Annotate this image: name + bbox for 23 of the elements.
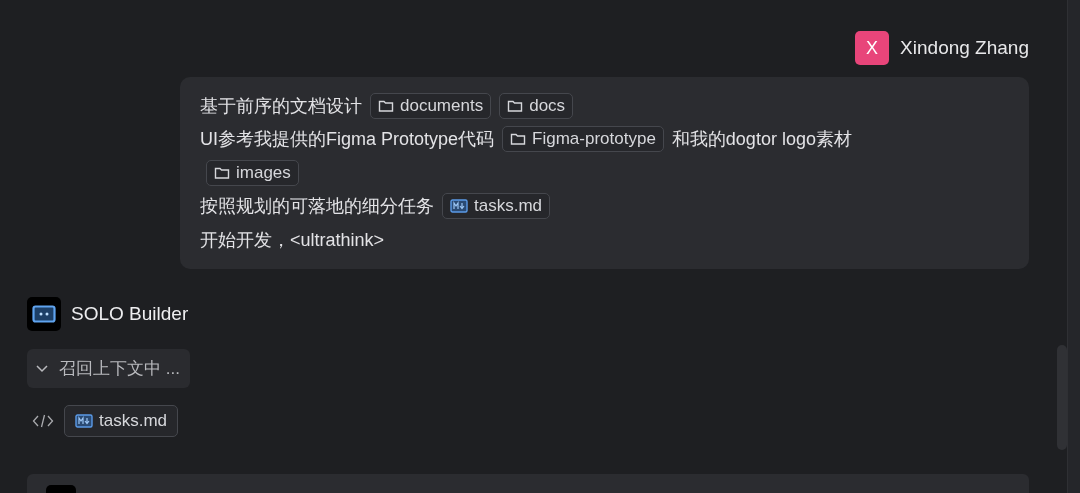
- context-toggle[interactable]: 召回上下文中 ...: [27, 348, 190, 388]
- folder-chip[interactable]: documents: [370, 92, 492, 119]
- code-icon: [32, 412, 54, 429]
- file-chip[interactable]: tasks.md: [442, 193, 551, 220]
- folder-icon: [507, 98, 524, 113]
- folder-icon: [378, 98, 394, 113]
- message-text: 和我的dogtor logo素材: [671, 128, 852, 152]
- folder-chip[interactable]: docs: [499, 92, 574, 119]
- message-text: 开始开发，<ultrathink>: [200, 228, 385, 252]
- folder-icon: [214, 165, 230, 180]
- agent-icon: [27, 296, 61, 331]
- folder-icon: [510, 132, 527, 147]
- user-avatar: X: [855, 31, 890, 65]
- message-text: 按照规划的可落地的细分任务: [200, 195, 434, 219]
- file-chip[interactable]: tasks.md: [64, 404, 179, 437]
- user-name: Xindong Zhang: [900, 37, 1029, 59]
- markdown-icon: [75, 413, 93, 428]
- folder-chip[interactable]: Figma-prototype: [502, 126, 664, 153]
- markdown-icon: [450, 199, 468, 214]
- agent-name: SOLO Builder: [71, 302, 189, 325]
- message-text: UI参考我提供的Figma Prototype代码: [200, 128, 495, 152]
- message-text: 基于前序的文档设计: [200, 94, 362, 118]
- folder-chip[interactable]: images: [206, 159, 299, 186]
